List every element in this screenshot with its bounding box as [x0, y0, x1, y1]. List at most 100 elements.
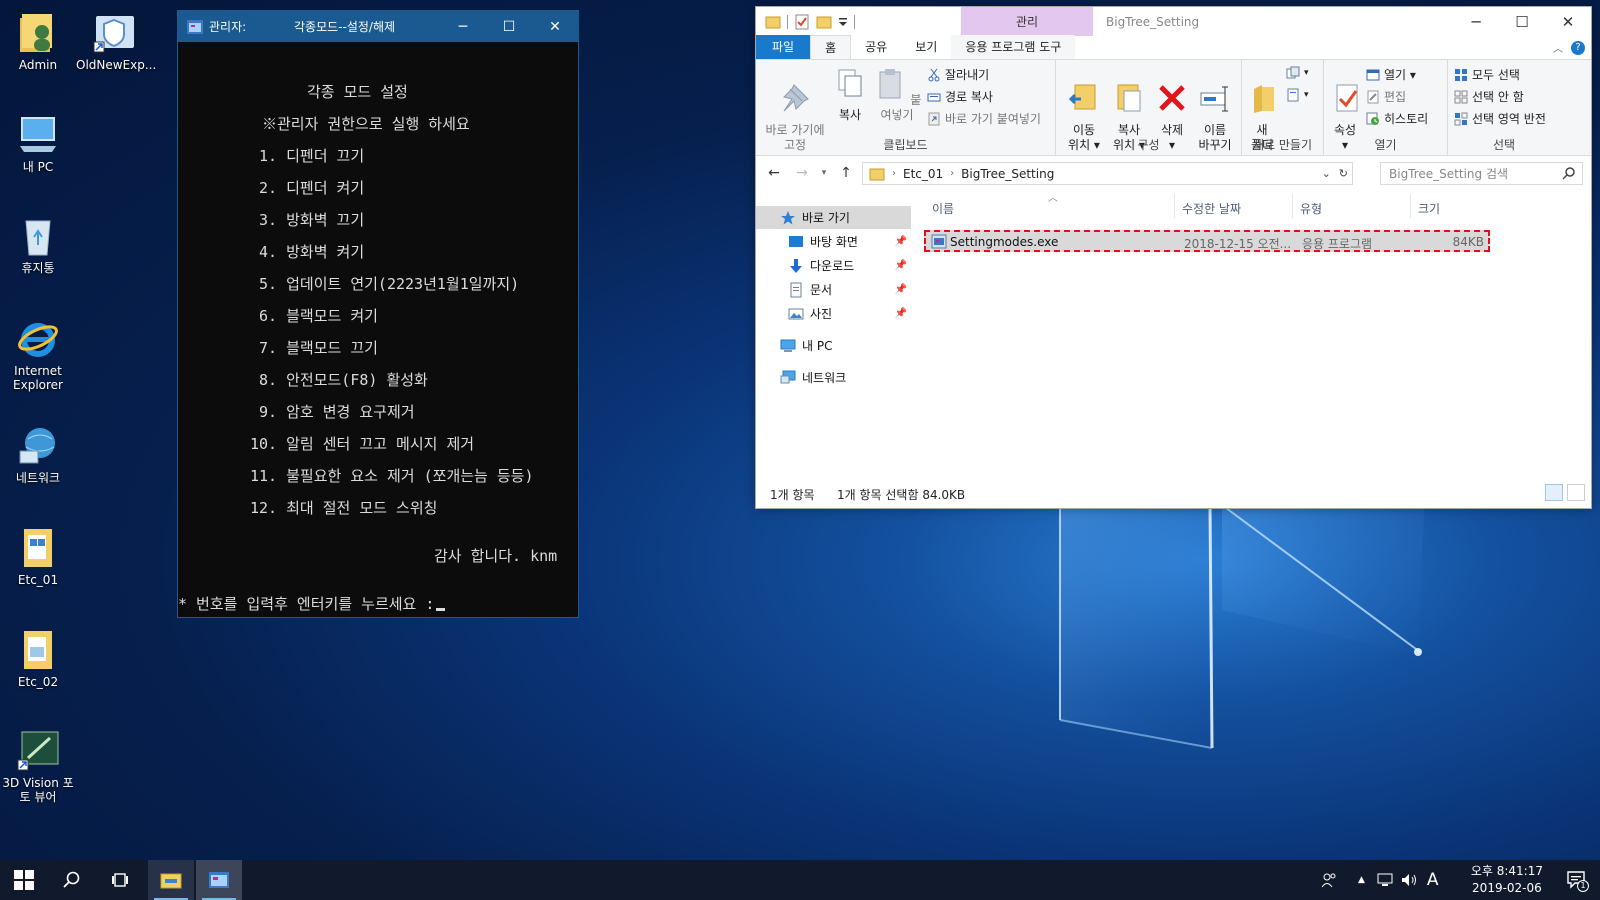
paste-shortcut-button[interactable]: 바로 가기 붙여넣기	[927, 110, 1041, 127]
paste-button[interactable]: 붙여넣기	[870, 66, 924, 123]
column-divider[interactable]	[1292, 194, 1293, 218]
file-list[interactable]: 이름 ︿ 수정한 날짜 유형 크기 Settingmodes.exe 2018-…	[922, 192, 1591, 480]
cut-button[interactable]: 잘라내기	[927, 66, 989, 83]
invert-selection-button[interactable]: 선택 영역 반전	[1454, 110, 1546, 127]
refresh-icon[interactable]: ↻	[1339, 167, 1348, 180]
tab-view[interactable]: 보기	[901, 35, 951, 59]
desktop-icon-this-pc[interactable]: 내 PC	[0, 112, 76, 174]
context-tab-manage[interactable]: 관리	[961, 7, 1093, 36]
address-dropdown-icon[interactable]: ⌄	[1322, 167, 1331, 180]
taskbar-console[interactable]	[196, 860, 242, 900]
desktop-icon-label: OldNewExp...	[76, 58, 157, 72]
copy-button[interactable]: 복사	[832, 66, 868, 123]
search-icon[interactable]	[1562, 166, 1576, 180]
nav-documents[interactable]: 문서 📌	[756, 278, 911, 301]
pin-icon[interactable]: 📌	[895, 284, 907, 295]
minimize-button[interactable]: ─	[440, 11, 486, 42]
breadcrumb-chevron-icon[interactable]: ›	[892, 168, 896, 179]
column-divider[interactable]	[1174, 194, 1175, 218]
nav-pictures[interactable]: 사진 📌	[756, 302, 911, 325]
nav-network[interactable]: 네트워크	[756, 366, 911, 389]
console-prompt[interactable]: * 번호를 입력후 엔터키를 누르세요 :	[178, 593, 446, 614]
shield-shortcut-icon	[93, 16, 134, 53]
desktop-icon-label: Admin	[18, 58, 58, 72]
open-button[interactable]: 열기 ▾	[1366, 66, 1416, 83]
ribbon-collapse-icon[interactable]: ︿	[1553, 40, 1563, 55]
explorer-title-bar[interactable]: 관리 BigTree_Setting ─ ☐ ✕	[756, 7, 1591, 36]
large-icons-view-button[interactable]	[1567, 484, 1585, 501]
taskbar-file-explorer[interactable]	[148, 860, 194, 900]
nav-quick-access[interactable]: 바로 가기	[756, 206, 911, 229]
pin-icon[interactable]: 📌	[895, 260, 907, 271]
column-header-name[interactable]: 이름	[932, 200, 954, 217]
network-status-icon[interactable]	[1377, 873, 1393, 887]
dropdown-arrow: ▾	[1304, 90, 1309, 100]
desktop-icon-3d-vision[interactable]: 3D Vision 포토 뷰어	[0, 728, 76, 804]
console-title-bar[interactable]: 관리자: 각종모드--설정/해제 ─ ☐ ✕	[178, 11, 578, 42]
maximize-button[interactable]: ☐	[486, 11, 532, 42]
desktop-icon-admin[interactable]: Admin	[0, 10, 76, 72]
copy-path-button[interactable]: 경로 복사	[927, 88, 993, 105]
table-row[interactable]: Settingmodes.exe 2018-12-15 오전... 응용 프로그…	[924, 230, 1490, 252]
console-window[interactable]: 관리자: 각종모드--설정/해제 ─ ☐ ✕ 각종 모드 설정 ※관리자 권한으…	[177, 10, 579, 618]
search-input[interactable]: BigTree_Setting 검색	[1380, 162, 1583, 185]
breadcrumb-bigtree-setting[interactable]: BigTree_Setting	[961, 167, 1054, 181]
minimize-button[interactable]: ─	[1453, 7, 1499, 36]
tab-share[interactable]: 공유	[851, 35, 901, 59]
ime-indicator[interactable]: A	[1427, 870, 1439, 890]
console-menu-item: 5. 업데이트 연기(2223년1월1일까지)	[259, 275, 520, 293]
nav-downloads[interactable]: 다운로드 📌	[756, 254, 911, 277]
show-hidden-icons-chevron-icon[interactable]: ▲	[1358, 875, 1365, 885]
user-folder-icon	[20, 14, 52, 52]
search-button[interactable]	[48, 860, 96, 900]
pin-icon[interactable]: 📌	[895, 236, 907, 247]
column-divider[interactable]	[1410, 194, 1411, 218]
start-button[interactable]	[0, 860, 48, 900]
new-item-button[interactable]: ▾	[1286, 66, 1309, 80]
properties-check-icon[interactable]	[794, 14, 810, 30]
breadcrumb-etc01[interactable]: Etc_01	[903, 167, 943, 181]
breadcrumb-chevron-icon[interactable]: ›	[950, 168, 954, 179]
select-none-button[interactable]: 선택 안 함	[1454, 88, 1524, 105]
action-center-button[interactable]: 1	[1566, 870, 1589, 893]
desktop-icon-recycle-bin[interactable]: 휴지통	[0, 213, 76, 275]
task-view-button[interactable]	[96, 860, 144, 900]
forward-arrow-icon[interactable]: →	[788, 165, 816, 181]
details-view-button[interactable]	[1545, 484, 1563, 501]
nav-desktop[interactable]: 바탕 화면 📌	[756, 230, 911, 253]
customize-dropdown-icon[interactable]	[838, 15, 848, 29]
file-explorer-window[interactable]: 관리 BigTree_Setting ─ ☐ ✕ 파일 홈 공유 보기 응용 프…	[755, 6, 1592, 509]
desktop-icon-etc01[interactable]: Etc_01	[0, 525, 76, 587]
console-notice: ※관리자 권한으로 실행 하세요	[262, 115, 470, 133]
recent-locations-chevron-icon[interactable]: ▾	[816, 168, 832, 178]
select-all-button[interactable]: 모두 선택	[1454, 66, 1520, 83]
edit-button[interactable]: 편집	[1366, 88, 1406, 105]
help-icon[interactable]: ?	[1571, 40, 1585, 55]
close-button[interactable]: ✕	[1545, 7, 1591, 36]
address-bar[interactable]: › Etc_01 › BigTree_Setting ⌄ ↻	[862, 162, 1353, 185]
tab-application-tools[interactable]: 응용 프로그램 도구	[951, 35, 1076, 59]
folder-icon[interactable]	[765, 15, 781, 29]
task-view-icon	[112, 873, 128, 887]
easy-access-button[interactable]: ▾	[1286, 88, 1309, 102]
tab-file[interactable]: 파일	[756, 35, 811, 59]
back-arrow-icon[interactable]: ←	[760, 165, 788, 181]
nav-this-pc[interactable]: 내 PC	[756, 334, 911, 357]
pin-icon[interactable]: 📌	[895, 308, 907, 319]
column-header-modified[interactable]: 수정한 날짜	[1182, 200, 1241, 217]
clock[interactable]: 오후 8:41:17 2019-02-06	[1471, 863, 1543, 897]
desktop-icon-oldnewexp[interactable]: OldNewExp...	[76, 10, 157, 72]
close-button[interactable]: ✕	[532, 11, 578, 42]
up-arrow-icon[interactable]: ↑	[832, 165, 860, 181]
maximize-button[interactable]: ☐	[1499, 7, 1545, 36]
desktop-icon-network[interactable]: 네트워크	[0, 423, 76, 485]
desktop-icon-etc02[interactable]: Etc_02	[0, 627, 76, 689]
column-header-type[interactable]: 유형	[1300, 200, 1322, 217]
column-header-size[interactable]: 크기	[1418, 200, 1440, 217]
tab-home[interactable]: 홈	[810, 35, 852, 59]
new-folder-icon[interactable]	[816, 15, 832, 29]
people-icon[interactable]	[1320, 871, 1338, 889]
history-button[interactable]: 히스토리	[1366, 110, 1428, 127]
volume-icon[interactable]	[1401, 873, 1419, 887]
desktop-icon-internet-explorer[interactable]: Internet Explorer	[0, 316, 76, 392]
